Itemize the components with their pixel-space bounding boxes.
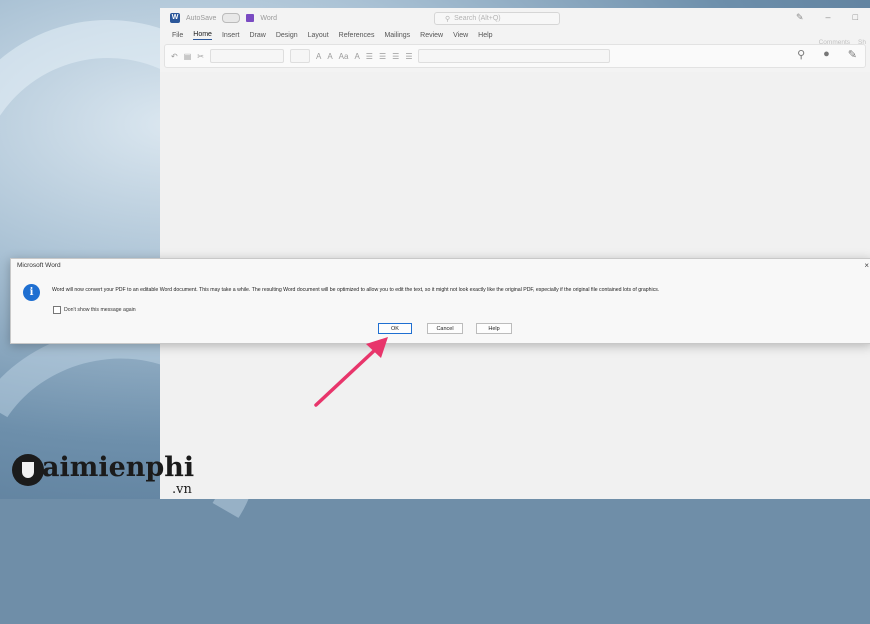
tab-layout[interactable]: Layout — [308, 32, 329, 39]
autosave-toggle[interactable] — [222, 13, 241, 23]
close-icon[interactable]: × — [864, 261, 869, 270]
ribbon-toolbar: ↶ ▤ ✂ A A Aa A ☰ ☰ ☰ ☰ ⚲ ● ✎ — [164, 44, 866, 68]
document-title: Word — [260, 14, 277, 22]
window-controls: ✎ – □ — [796, 12, 858, 23]
cut-icon[interactable]: ✂ — [197, 52, 204, 61]
site-watermark: aimienphi .vn — [12, 450, 212, 498]
tab-mailings[interactable]: Mailings — [384, 32, 410, 39]
ok-button[interactable]: OK — [378, 323, 412, 334]
dialog-title: Microsoft Word — [17, 262, 61, 269]
styles-gallery[interactable] — [418, 49, 611, 63]
dont-show-checkbox[interactable] — [53, 306, 61, 314]
search-placeholder: Search (Alt+Q) — [454, 15, 501, 22]
font-name-select[interactable] — [209, 49, 284, 63]
watermark-suffix: .vn — [172, 482, 192, 497]
tab-review[interactable]: Review — [420, 32, 443, 39]
tab-insert[interactable]: Insert — [222, 32, 240, 39]
conversion-dialog: Microsoft Word × i Word will now convert… — [10, 258, 870, 344]
search-icon: ⚲ — [445, 15, 451, 23]
font-size-select[interactable] — [289, 49, 310, 63]
minimize-icon[interactable]: – — [826, 12, 831, 23]
pen-icon[interactable]: ✎ — [796, 12, 804, 23]
dont-show-checkbox-row[interactable]: Don't show this message again — [53, 306, 136, 314]
info-icon: i — [23, 284, 40, 301]
undo-icon[interactable]: ↶ — [171, 52, 178, 61]
bullets-icon[interactable]: ☰ — [366, 52, 373, 61]
ribbon-tabs: File Home Insert Draw Design Layout Refe… — [160, 28, 870, 42]
tab-view[interactable]: View — [453, 32, 468, 39]
indent-icon[interactable]: ☰ — [405, 52, 412, 61]
tab-file[interactable]: File — [172, 32, 183, 39]
tab-home[interactable]: Home — [193, 31, 212, 40]
dictate-icon[interactable]: ● — [823, 48, 830, 61]
clear-format-icon[interactable]: A — [354, 52, 359, 61]
word-window: W AutoSave Word ⚲ Search (Alt+Q) ✎ – □ F… — [160, 8, 870, 499]
dialog-message: Word will now convert your PDF to an edi… — [52, 287, 660, 293]
help-button[interactable]: Help — [476, 323, 512, 334]
dont-show-label: Don't show this message again — [64, 307, 136, 313]
word-logo-icon: W — [170, 13, 180, 23]
tab-help[interactable]: Help — [478, 32, 492, 39]
tab-draw[interactable]: Draw — [249, 32, 265, 39]
editor-icon[interactable]: ✎ — [848, 48, 857, 61]
find-icon[interactable]: ⚲ — [797, 48, 805, 61]
maximize-icon[interactable]: □ — [853, 12, 858, 23]
tab-references[interactable]: References — [339, 32, 375, 39]
grow-font-icon[interactable]: A — [316, 52, 321, 61]
watermark-brand: aimienphi — [42, 452, 195, 483]
cancel-button[interactable]: Cancel — [427, 323, 463, 334]
shrink-font-icon[interactable]: A — [327, 52, 332, 61]
numbering-icon[interactable]: ☰ — [379, 52, 386, 61]
multilevel-icon[interactable]: ☰ — [392, 52, 399, 61]
search-input[interactable]: ⚲ Search (Alt+Q) — [434, 12, 560, 25]
ribbon-right-tools: ⚲ ● ✎ — [797, 48, 857, 61]
save-icon[interactable] — [246, 14, 255, 22]
tab-design[interactable]: Design — [276, 32, 298, 39]
change-case-icon[interactable]: Aa — [339, 52, 349, 61]
autosave-label: AutoSave — [186, 14, 217, 22]
taimienphi-logo-icon — [12, 454, 44, 486]
paste-icon[interactable]: ▤ — [184, 52, 192, 61]
